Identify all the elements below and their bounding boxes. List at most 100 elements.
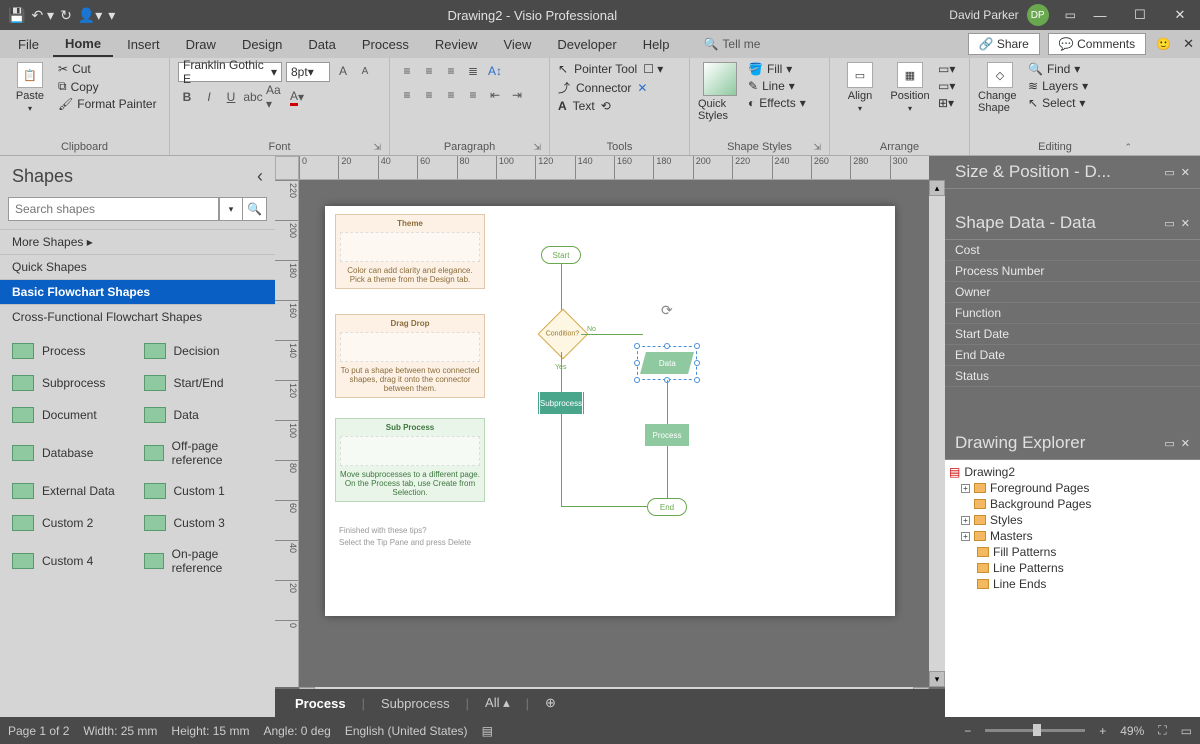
shape-item[interactable]: Database bbox=[6, 431, 138, 475]
shape-data-row[interactable]: Start Date bbox=[945, 324, 1200, 345]
tree-background[interactable]: Background Pages bbox=[949, 496, 1196, 512]
qat-more-icon[interactable]: ▾ bbox=[108, 7, 115, 24]
shapes-pane-collapse-icon[interactable]: ‹ bbox=[257, 166, 263, 187]
pointer-tool-button[interactable]: ↖Pointer Tool☐ ▾ bbox=[558, 62, 663, 76]
find-button[interactable]: 🔍Find ▾ bbox=[1028, 62, 1088, 76]
align-bottom-icon[interactable]: ≡ bbox=[442, 62, 460, 80]
bullets-icon[interactable]: ≣ bbox=[464, 62, 482, 80]
pane-window-icon[interactable]: ▭ bbox=[1164, 217, 1174, 230]
shrink-font-icon[interactable]: A bbox=[356, 62, 374, 80]
shape-data-row[interactable]: Function bbox=[945, 303, 1200, 324]
stencil-quick-shapes[interactable]: Quick Shapes bbox=[0, 254, 275, 279]
shape-item[interactable]: Custom 1 bbox=[138, 475, 270, 507]
pane-close-icon[interactable]: ✕ bbox=[1181, 217, 1190, 230]
tab-draw[interactable]: Draw bbox=[174, 33, 228, 56]
collapse-ribbon-chevron-icon[interactable]: ⌃ bbox=[1124, 142, 1132, 153]
zoom-out-button[interactable]: − bbox=[964, 724, 971, 738]
drawing-explorer-header[interactable]: Drawing Explorer ▭✕ bbox=[945, 427, 1200, 460]
shape-item[interactable]: Off-page reference bbox=[138, 431, 270, 475]
align-left-icon[interactable]: ≡ bbox=[398, 86, 416, 104]
maximize-button[interactable]: ☐ bbox=[1120, 0, 1160, 30]
shape-data[interactable]: Data bbox=[640, 352, 694, 374]
change-case-button[interactable]: Aa ▾ bbox=[266, 88, 284, 106]
tree-fill-patterns[interactable]: Fill Patterns bbox=[949, 544, 1196, 560]
shape-data-row[interactable]: Owner bbox=[945, 282, 1200, 303]
select-button[interactable]: ↖Select ▾ bbox=[1028, 96, 1088, 110]
touch-icon[interactable]: 👤▾ bbox=[78, 7, 102, 24]
layers-button[interactable]: ≋Layers ▾ bbox=[1028, 79, 1088, 93]
connector[interactable] bbox=[561, 414, 562, 506]
page-tab-subprocess[interactable]: Subprocess bbox=[381, 696, 450, 711]
drawing-canvas[interactable]: Theme Color can add clarity and elegance… bbox=[325, 206, 895, 616]
tab-file[interactable]: File bbox=[6, 33, 51, 56]
tree-line-patterns[interactable]: Line Patterns bbox=[949, 560, 1196, 576]
fit-page-icon[interactable]: ⛶ bbox=[1158, 723, 1166, 738]
pane-close-icon[interactable]: ✕ bbox=[1181, 437, 1190, 450]
tab-review[interactable]: Review bbox=[423, 33, 490, 56]
shape-styles-launcher-icon[interactable]: ⇲ bbox=[813, 142, 821, 153]
user-name[interactable]: David Parker bbox=[949, 8, 1018, 22]
justify-icon[interactable]: ≡ bbox=[464, 86, 482, 104]
user-avatar[interactable]: DP bbox=[1027, 4, 1049, 26]
fill-button[interactable]: 🪣Fill ▾ bbox=[748, 62, 806, 76]
tab-insert[interactable]: Insert bbox=[115, 33, 172, 56]
tab-help[interactable]: Help bbox=[631, 33, 682, 56]
shape-item[interactable]: Process bbox=[6, 335, 138, 367]
zoom-in-button[interactable]: + bbox=[1099, 724, 1106, 738]
pane-close-icon[interactable]: ✕ bbox=[1181, 166, 1190, 179]
connector[interactable] bbox=[667, 446, 668, 498]
connector-tool-button[interactable]: ⤴Connector✕ bbox=[558, 79, 647, 96]
line-button[interactable]: ✎Line ▾ bbox=[748, 79, 806, 93]
pane-window-icon[interactable]: ▭ bbox=[1164, 166, 1174, 179]
tab-data[interactable]: Data bbox=[296, 33, 347, 56]
tree-root[interactable]: ▤Drawing2 bbox=[949, 464, 1196, 480]
minimize-button[interactable]: — bbox=[1080, 0, 1120, 30]
search-dropdown-icon[interactable]: ▾ bbox=[219, 197, 243, 221]
decrease-indent-icon[interactable]: ⇤ bbox=[486, 86, 504, 104]
stencil-cross-functional[interactable]: Cross-Functional Flowchart Shapes bbox=[0, 304, 275, 329]
shape-item[interactable]: Custom 2 bbox=[6, 507, 138, 539]
tell-me[interactable]: 🔍 Tell me bbox=[703, 37, 760, 51]
bold-button[interactable]: B bbox=[178, 88, 196, 106]
italic-button[interactable]: I bbox=[200, 88, 218, 106]
expand-icon[interactable]: + bbox=[961, 516, 970, 525]
align-top-icon[interactable]: ≡ bbox=[398, 62, 416, 80]
expand-icon[interactable]: + bbox=[961, 532, 970, 541]
page-tab-all[interactable]: All ▴ bbox=[485, 695, 510, 711]
text-tool-button[interactable]: AText⟲ bbox=[558, 99, 611, 113]
align-button[interactable]: ▭Align▾ bbox=[838, 62, 882, 113]
macro-icon[interactable]: ▤ bbox=[482, 724, 493, 738]
comments-button[interactable]: 💬 Comments bbox=[1048, 33, 1146, 55]
expand-icon[interactable]: + bbox=[961, 484, 970, 493]
tab-developer[interactable]: Developer bbox=[545, 33, 628, 56]
shape-end[interactable]: End bbox=[647, 498, 687, 516]
cut-button[interactable]: ✂Cut bbox=[58, 62, 157, 76]
connector[interactable] bbox=[561, 352, 562, 392]
zoom-thumb[interactable] bbox=[1033, 724, 1041, 736]
copy-button[interactable]: ⧉Copy bbox=[58, 79, 157, 94]
shape-data-row[interactable]: Cost bbox=[945, 240, 1200, 261]
shape-data-header[interactable]: Shape Data - Data ▭✕ bbox=[945, 207, 1200, 240]
shape-item[interactable]: Custom 4 bbox=[6, 539, 138, 583]
pane-window-icon[interactable]: ▭ bbox=[1164, 437, 1174, 450]
group-button[interactable]: ⊞▾ bbox=[938, 96, 955, 110]
connector[interactable] bbox=[561, 506, 647, 507]
tab-design[interactable]: Design bbox=[230, 33, 294, 56]
size-position-header[interactable]: Size & Position - D... ▭✕ bbox=[945, 156, 1200, 189]
share-button[interactable]: 🔗 Share bbox=[968, 33, 1040, 55]
zoom-level[interactable]: 49% bbox=[1120, 724, 1144, 738]
shape-item[interactable]: Data bbox=[138, 399, 270, 431]
vertical-scrollbar[interactable]: ▴ ▾ bbox=[929, 180, 945, 687]
shape-item[interactable]: External Data bbox=[6, 475, 138, 507]
tree-styles[interactable]: +Styles bbox=[949, 512, 1196, 528]
shape-data-row[interactable]: End Date bbox=[945, 345, 1200, 366]
underline-button[interactable]: U bbox=[222, 88, 240, 106]
shape-data-row[interactable]: Process Number bbox=[945, 261, 1200, 282]
shape-item[interactable]: On-page reference bbox=[138, 539, 270, 583]
strikethrough-button[interactable]: abc bbox=[244, 88, 262, 106]
stencil-more-shapes[interactable]: More Shapes ▸ bbox=[0, 229, 275, 254]
align-middle-icon[interactable]: ≡ bbox=[420, 62, 438, 80]
font-launcher-icon[interactable]: ⇲ bbox=[373, 142, 381, 153]
position-button[interactable]: ▦Position▾ bbox=[888, 62, 932, 113]
shape-item[interactable]: Document bbox=[6, 399, 138, 431]
